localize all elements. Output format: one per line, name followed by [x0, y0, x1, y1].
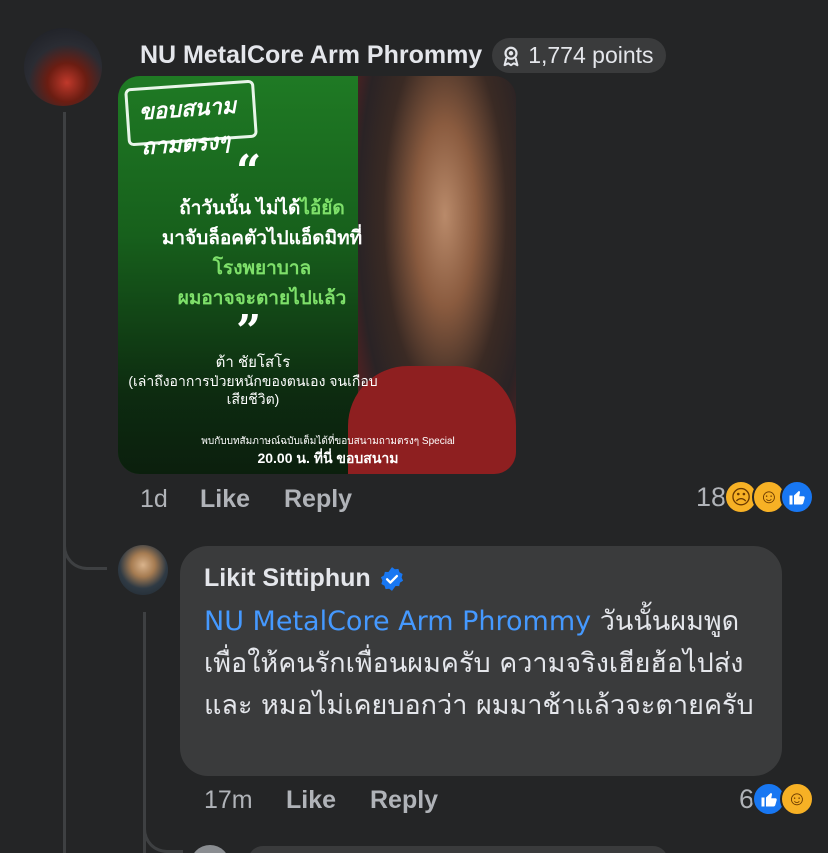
points-badge[interactable]: 1,774 points	[492, 38, 666, 73]
quote-line: ถ้าวันนั้น ไม่ได้	[179, 198, 301, 219]
speaker-name: ต้า ชัยโสโร	[215, 354, 291, 371]
commenter-name[interactable]: NU MetalCore Arm Phrommy	[140, 41, 482, 70]
thread-connector	[63, 520, 107, 570]
next-reply-bubble	[248, 846, 668, 853]
footer-line: พบกับบทสัมภาษณ์ฉบับเต็มได้ที่ขอบสนามถามต…	[201, 436, 455, 447]
speaker-description: (เล่าถึงอาการป่วยหนักของตนเอง จนเกือบเสี…	[128, 373, 378, 407]
haha-icon: ☺	[780, 782, 814, 816]
like-icon	[780, 480, 814, 514]
footer-time: 20.00 น. ที่นี่ ขอบสนาม	[257, 450, 399, 466]
comment-reactions[interactable]: 18 ☹ ☺	[696, 480, 814, 514]
like-button[interactable]: Like	[200, 485, 284, 514]
reply-like-button[interactable]: Like	[286, 786, 370, 815]
quote-line-highlight: ผมอาจจะตายไปแล้ว	[177, 288, 347, 309]
thread-line	[63, 112, 66, 853]
comment-timestamp[interactable]: 1d	[140, 485, 200, 514]
reply-timestamp[interactable]: 17m	[204, 786, 286, 815]
replier-name[interactable]: Likit Sittiphun	[204, 564, 371, 593]
comment-image[interactable]: ขอบสนาม ถามตรงๆ “ ถ้าวันนั้น ไม่ได้ไอ้ยั…	[118, 76, 516, 474]
reply-bubble: Likit Sittiphun NU MetalCore Arm Phrommy…	[180, 546, 782, 776]
commenter-avatar[interactable]	[24, 28, 102, 106]
image-footer: พบกับบทสัมภาษณ์ฉบับเต็มได้ที่ขอบสนามถามต…	[178, 434, 478, 466]
reply-reactions[interactable]: 6 ☺	[739, 782, 814, 816]
mention-link[interactable]: NU MetalCore Arm Phrommy	[204, 606, 591, 637]
reply-header: Likit Sittiphun	[204, 564, 758, 593]
reply-actions: 17m Like Reply	[204, 786, 438, 815]
quote-line-highlight: ไอ้ยัด	[300, 198, 345, 219]
reply-reply-button[interactable]: Reply	[370, 786, 438, 815]
points-label: 1,774 points	[528, 42, 654, 68]
image-speaker: ต้า ชัยโสโร (เล่าถึงอาการป่วยหนักของตนเอ…	[128, 354, 378, 408]
reply-button[interactable]: Reply	[284, 485, 352, 514]
comment-actions: 1d Like Reply	[140, 485, 352, 514]
quote-line: มาจับล็อคตัวไปแอ็ดมิทที่	[161, 228, 363, 249]
replier-avatar[interactable]	[118, 545, 168, 595]
quote-line-highlight: โรงพยาบาล	[212, 258, 312, 279]
reply-thread-connector	[143, 800, 183, 853]
image-logo: ขอบสนาม ถามตรงๆ	[124, 79, 258, 160]
quote-close-mark: ”	[236, 306, 262, 357]
award-icon	[503, 46, 519, 66]
image-quote: ถ้าวันนั้น ไม่ได้ไอ้ยัด มาจับล็อคตัวไปแอ…	[142, 194, 382, 314]
comment-header: NU MetalCore Arm Phrommy 1,774 points	[140, 38, 666, 73]
reply-text: NU MetalCore Arm Phrommy วันนั้นผมพูด เพ…	[204, 601, 758, 727]
next-replier-avatar[interactable]	[190, 845, 230, 853]
reaction-count: 18	[695, 481, 726, 512]
verified-icon	[380, 566, 403, 591]
quote-open-mark: “	[236, 146, 262, 197]
